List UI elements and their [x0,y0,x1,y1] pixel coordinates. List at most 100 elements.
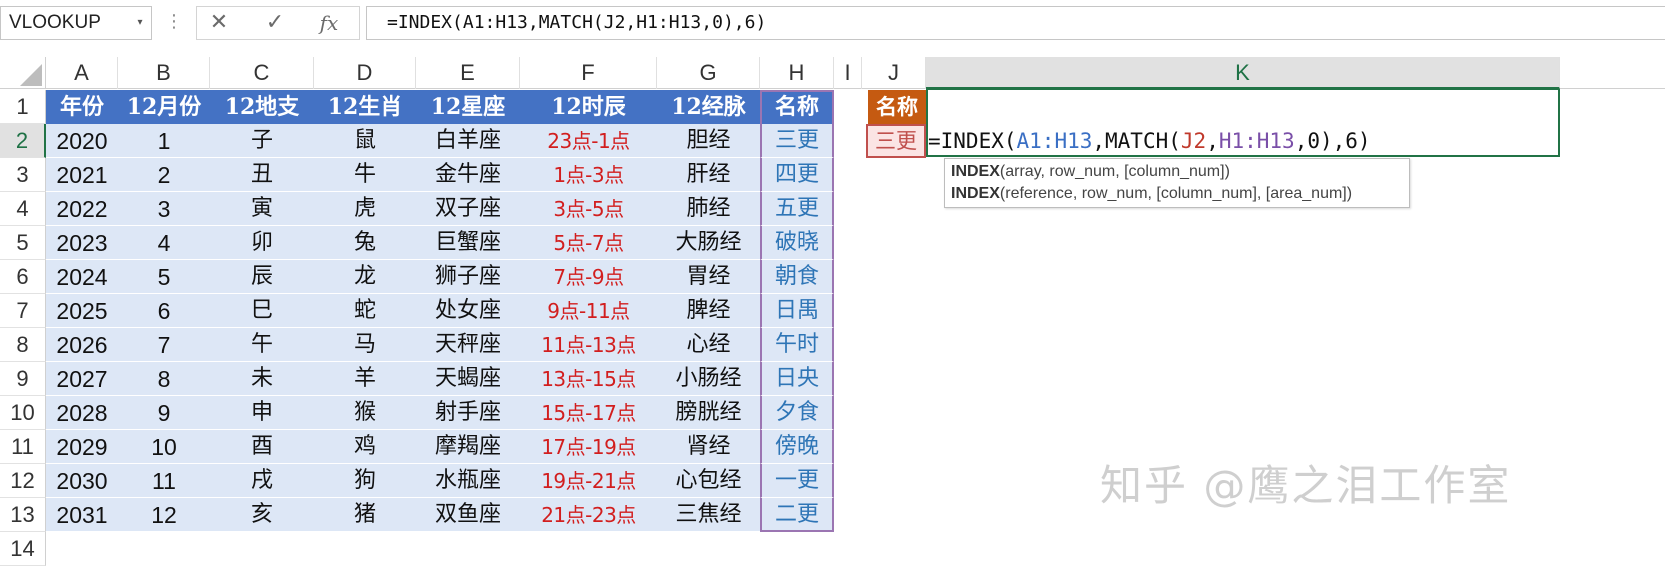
table-cell[interactable]: 蛇 [314,294,416,328]
table-cell[interactable]: 射手座 [416,396,520,430]
table-cell[interactable]: 寅 [210,192,314,226]
table-cell[interactable]: 2020 [46,124,118,158]
table-cell[interactable]: 23点-1点 [520,124,657,158]
table-cell[interactable]: 2022 [46,192,118,226]
tooltip-syntax-reference[interactable]: INDEX(reference, row_num, [column_num], … [951,183,1403,205]
table-cell[interactable]: 牛 [314,158,416,192]
table-cell[interactable]: 未 [210,362,314,396]
lookup-value-cell[interactable]: 三更 [866,124,926,158]
table-cell[interactable]: 双子座 [416,192,520,226]
table-cell[interactable]: 双鱼座 [416,498,520,532]
row-header-8[interactable]: 8 [0,328,46,362]
column-header-j[interactable]: J [862,57,926,89]
table-cell[interactable]: 5点-7点 [520,226,657,260]
cell-formula-text[interactable]: =INDEX(A1:H13,MATCH(J2,H1:H13,0),6) [928,124,1371,158]
table-cell[interactable]: 卯 [210,226,314,260]
table-cell[interactable]: 肾经 [657,430,760,464]
table-cell[interactable]: 3 [118,192,210,226]
row-header-2[interactable]: 2 [0,124,46,158]
table-cell[interactable]: 7 [118,328,210,362]
table-header-cell[interactable]: 12月份 [118,90,210,124]
table-cell[interactable]: 6 [118,294,210,328]
table-header-cell[interactable]: 12时辰 [520,90,657,124]
column-header-d[interactable]: D [314,57,416,89]
table-cell[interactable]: 白羊座 [416,124,520,158]
table-cell[interactable]: 胆经 [657,124,760,158]
table-cell[interactable]: 亥 [210,498,314,532]
table-cell[interactable]: 天秤座 [416,328,520,362]
table-cell[interactable]: 12 [118,498,210,532]
table-cell[interactable]: 午时 [760,328,834,362]
table-cell[interactable]: 一更 [760,464,834,498]
table-cell[interactable]: 鼠 [314,124,416,158]
tooltip-syntax-array[interactable]: INDEX(array, row_num, [column_num]) [951,161,1403,183]
table-cell[interactable]: 龙 [314,260,416,294]
table-cell[interactable]: 三焦经 [657,498,760,532]
table-cell[interactable]: 15点-17点 [520,396,657,430]
table-cell[interactable]: 大肠经 [657,226,760,260]
table-cell[interactable]: 9点-11点 [520,294,657,328]
table-cell[interactable]: 11点-13点 [520,328,657,362]
select-all-corner[interactable] [0,57,46,89]
column-header-b[interactable]: B [118,57,210,89]
table-cell[interactable]: 巳 [210,294,314,328]
table-cell[interactable]: 五更 [760,192,834,226]
column-header-g[interactable]: G [657,57,760,89]
table-cell[interactable]: 二更 [760,498,834,532]
table-cell[interactable]: 日禺 [760,294,834,328]
insert-function-icon[interactable]: fx [309,7,349,39]
table-cell[interactable]: 心经 [657,328,760,362]
table-cell[interactable]: 四更 [760,158,834,192]
table-cell[interactable]: 戌 [210,464,314,498]
table-header-cell[interactable]: 12地支 [210,90,314,124]
table-cell[interactable]: 朝食 [760,260,834,294]
table-cell[interactable]: 日央 [760,362,834,396]
table-cell[interactable]: 1点-3点 [520,158,657,192]
table-cell[interactable]: 三更 [760,124,834,158]
table-cell[interactable]: 兔 [314,226,416,260]
table-cell[interactable]: 胃经 [657,260,760,294]
column-header-c[interactable]: C [210,57,314,89]
table-cell[interactable]: 2027 [46,362,118,396]
table-cell[interactable]: 鸡 [314,430,416,464]
column-header-f[interactable]: F [520,57,657,89]
cancel-icon[interactable]: ✕ [199,7,239,39]
table-cell[interactable]: 破晓 [760,226,834,260]
table-cell[interactable]: 马 [314,328,416,362]
table-header-cell[interactable]: 12星座 [416,90,520,124]
table-cell[interactable]: 丑 [210,158,314,192]
column-header-k[interactable]: K [926,57,1560,89]
table-cell[interactable]: 夕食 [760,396,834,430]
table-cell[interactable]: 4 [118,226,210,260]
table-cell[interactable]: 2024 [46,260,118,294]
row-header-10[interactable]: 10 [0,396,46,430]
table-cell[interactable]: 2 [118,158,210,192]
table-cell[interactable]: 处女座 [416,294,520,328]
table-cell[interactable]: 8 [118,362,210,396]
table-cell[interactable]: 2029 [46,430,118,464]
table-cell[interactable]: 2031 [46,498,118,532]
table-cell[interactable]: 猴 [314,396,416,430]
table-cell[interactable]: 7点-9点 [520,260,657,294]
column-header-e[interactable]: E [416,57,520,89]
table-cell[interactable]: 肺经 [657,192,760,226]
table-header-cell[interactable]: 名称 [760,90,834,124]
column-header-a[interactable]: A [46,57,118,89]
column-header-h[interactable]: H [760,57,834,89]
table-cell[interactable]: 10 [118,430,210,464]
table-cell[interactable]: 傍晚 [760,430,834,464]
table-cell[interactable]: 17点-19点 [520,430,657,464]
table-cell[interactable]: 2021 [46,158,118,192]
table-cell[interactable]: 子 [210,124,314,158]
table-cell[interactable]: 膀胱经 [657,396,760,430]
row-header-1[interactable]: 1 [0,90,46,124]
table-cell[interactable]: 2025 [46,294,118,328]
row-header-7[interactable]: 7 [0,294,46,328]
table-header-cell[interactable]: 12经脉 [657,90,760,124]
table-cell[interactable]: 3点-5点 [520,192,657,226]
table-cell[interactable]: 2023 [46,226,118,260]
row-header-6[interactable]: 6 [0,260,46,294]
table-cell[interactable]: 天蝎座 [416,362,520,396]
table-cell[interactable]: 2030 [46,464,118,498]
table-cell[interactable]: 水瓶座 [416,464,520,498]
